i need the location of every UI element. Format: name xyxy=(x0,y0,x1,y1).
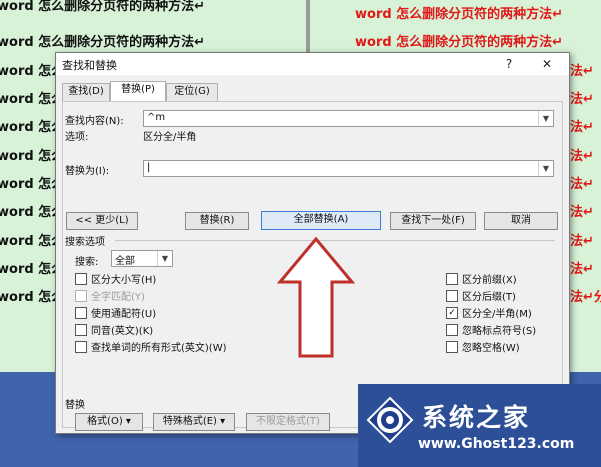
checkbox-box[interactable] xyxy=(446,290,458,302)
close-button[interactable]: ✕ xyxy=(536,55,558,73)
checkbox-sounds-like[interactable]: 同音(英文)(K) xyxy=(75,322,153,337)
checkbox-match-prefix[interactable]: 区分前缀(X) xyxy=(446,271,517,286)
options-value: 区分全/半角 xyxy=(143,132,197,143)
checkbox-ignore-punctuation[interactable]: 忽略标点符号(S) xyxy=(446,322,536,337)
replace-all-button[interactable]: 全部替换(A) xyxy=(261,211,381,230)
arrow-up-icon xyxy=(276,236,356,358)
document-line: word 怎么删除分页符的两种方法↵ xyxy=(0,0,206,14)
search-direction-select[interactable]: 全部 ▼ xyxy=(111,250,173,267)
checkmark-icon[interactable]: ✓ xyxy=(446,307,458,319)
checkbox-label: 区分前缀(X) xyxy=(462,275,517,286)
checkbox-label: 同音(英文)(K) xyxy=(91,326,154,337)
checkbox-box[interactable] xyxy=(75,273,87,285)
checkbox-box[interactable] xyxy=(446,341,458,353)
search-direction-value: 全部 xyxy=(115,256,135,267)
chevron-down-icon[interactable]: ▼ xyxy=(157,251,172,266)
chevron-down-icon[interactable]: ▼ xyxy=(538,161,553,176)
search-options-title: 搜索选项 xyxy=(65,237,105,248)
checkbox-label: 使用通配符(U) xyxy=(91,309,157,320)
document-line: 法↵ xyxy=(570,234,594,249)
checkbox-label: 查找单词的所有形式(英文)(W) xyxy=(91,343,227,354)
watermark-url: www.Ghost123.com xyxy=(418,436,575,452)
checkbox-match-width[interactable]: ✓ 区分全/半角(M) xyxy=(446,305,532,320)
document-line: 法↵ xyxy=(570,177,594,192)
checkbox-label: 全字匹配(Y) xyxy=(91,292,145,303)
checkbox-box[interactable] xyxy=(75,324,87,336)
document-line: word 怎么删除分页符的两种方法↵ xyxy=(355,7,564,22)
checkbox-label: 区分大小写(H) xyxy=(91,275,157,286)
checkbox-box[interactable] xyxy=(75,290,87,302)
replace-input[interactable]: | ▼ xyxy=(143,160,554,177)
no-formatting-button[interactable]: 不限定格式(T) xyxy=(246,413,330,431)
checkbox-ignore-whitespace[interactable]: 忽略空格(W) xyxy=(446,339,520,354)
document-line: word 怎么删除分页符的两种方法↵ xyxy=(355,35,564,50)
checkbox-wildcards[interactable]: 使用通配符(U) xyxy=(75,305,156,320)
dialog-title: 查找和替换 xyxy=(62,59,117,72)
checkbox-label: 忽略标点符号(S) xyxy=(462,326,537,337)
search-label: 搜索: xyxy=(75,257,99,268)
special-format-button[interactable]: 特殊格式(E) ▾ xyxy=(153,413,235,431)
text-cursor: | xyxy=(147,162,151,173)
tab-find[interactable]: 查找(D) xyxy=(62,83,110,101)
document-line: 法↵ xyxy=(570,92,594,107)
document-line: 法↵ xyxy=(570,149,594,164)
options-label: 选项: xyxy=(65,132,89,143)
help-button[interactable]: ? xyxy=(498,55,520,73)
logo-icon xyxy=(366,396,414,444)
tab-replace[interactable]: 替换(P) xyxy=(110,81,166,101)
checkbox-whole-word[interactable]: 全字匹配(Y) xyxy=(75,288,145,303)
format-button[interactable]: 格式(O) ▾ xyxy=(75,413,143,431)
watermark-brand: 系统之家 xyxy=(422,403,531,432)
document-line: word 怎么删除分页符的两种方法↵ xyxy=(0,35,206,50)
watermark-logo: 系统之家 www.Ghost123.com xyxy=(358,384,601,467)
checkbox-match-suffix[interactable]: 区分后缀(T) xyxy=(446,288,516,303)
checkbox-label: 忽略空格(W) xyxy=(462,343,520,354)
checkbox-box[interactable] xyxy=(446,324,458,336)
chevron-down-icon[interactable]: ▼ xyxy=(538,111,553,126)
document-line: 法↵ xyxy=(570,262,594,277)
checkbox-box[interactable] xyxy=(75,341,87,353)
checkbox-label: 区分全/半角(M) xyxy=(462,309,532,320)
find-input[interactable]: ^m ▼ xyxy=(143,110,554,127)
checkbox-all-word-forms[interactable]: 查找单词的所有形式(英文)(W) xyxy=(75,339,227,354)
checkbox-label: 区分后缀(T) xyxy=(462,292,516,303)
find-value: ^m xyxy=(147,112,166,123)
dialog-titlebar[interactable]: 查找和替换 ? ✕ xyxy=(56,53,569,75)
tab-goto[interactable]: 定位(G) xyxy=(166,83,218,101)
checkbox-match-case[interactable]: 区分大小写(H) xyxy=(75,271,156,286)
document-line: 法↵ xyxy=(570,64,594,79)
replace-label: 替换为(I): xyxy=(65,166,110,177)
checkbox-box[interactable] xyxy=(75,307,87,319)
checkbox-box[interactable] xyxy=(446,273,458,285)
replace-button[interactable]: 替换(R) xyxy=(185,212,249,230)
document-line: 法↵ xyxy=(570,205,594,220)
find-next-button[interactable]: 查找下一处(F) xyxy=(390,212,476,230)
less-button[interactable]: << 更少(L) xyxy=(66,212,138,230)
document-line: 法↵ xyxy=(570,120,594,135)
replace-section-title: 替换 xyxy=(65,400,85,411)
find-label: 查找内容(N): xyxy=(65,116,124,127)
document-line: 法↵分 xyxy=(570,290,601,305)
cancel-button[interactable]: 取消 xyxy=(484,212,558,230)
